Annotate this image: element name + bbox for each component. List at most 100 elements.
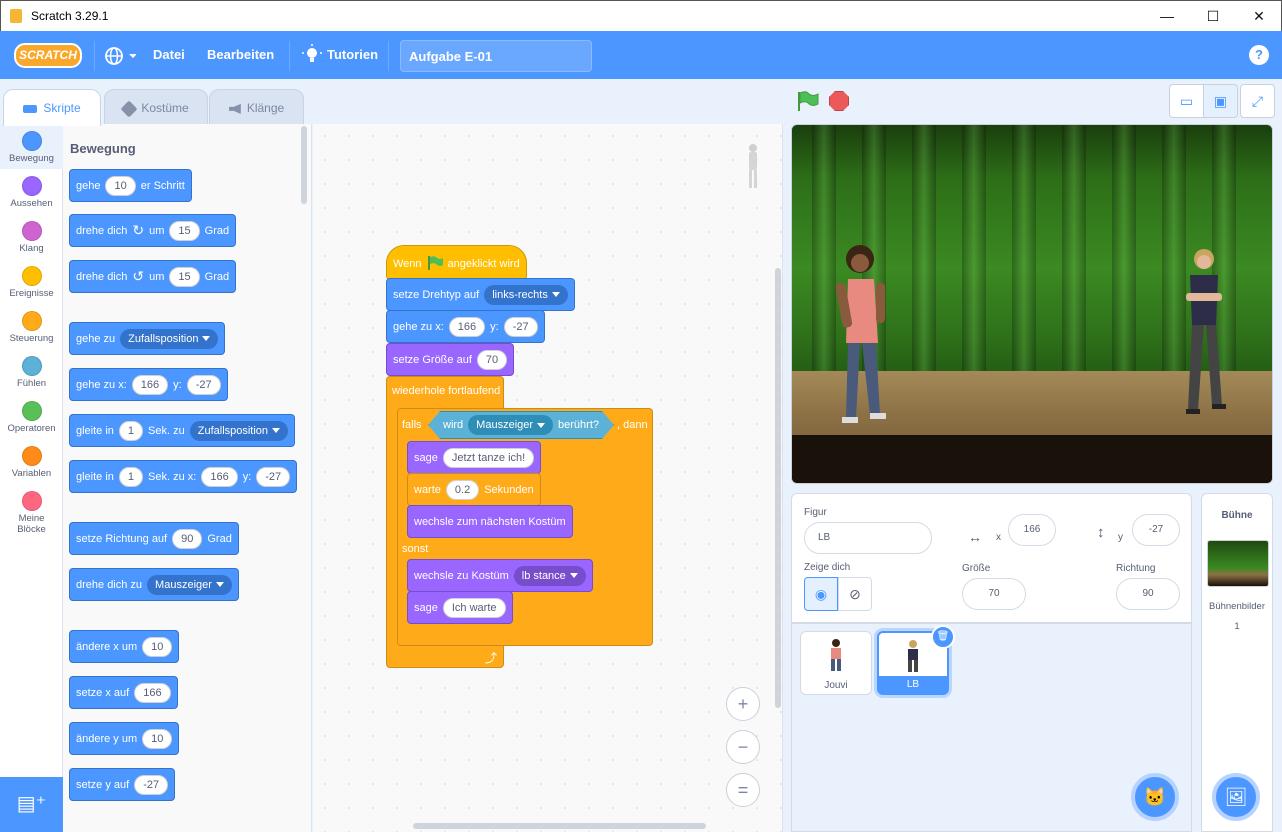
block-input[interactable]: 166 xyxy=(131,374,169,395)
zoom-in-button[interactable]: + xyxy=(726,687,760,721)
script-vertical-scrollbar[interactable] xyxy=(775,268,781,708)
block-dropdown[interactable]: links-rechts xyxy=(484,284,568,305)
choose-backdrop-button[interactable]: 🖼 xyxy=(1212,773,1260,821)
script-say[interactable]: sage Jetzt tanze ich! xyxy=(407,441,542,474)
block-go-to-xy[interactable]: gehe zu x: 166 y: -27 xyxy=(69,368,228,401)
block-input[interactable]: 1 xyxy=(118,466,144,487)
project-title-input[interactable]: Aufgabe E-01 xyxy=(400,40,592,72)
block-dropdown[interactable]: Zufallsposition xyxy=(120,328,219,349)
choose-sprite-button[interactable]: 🐱 xyxy=(1131,773,1179,821)
zoom-reset-button[interactable]: = xyxy=(726,773,760,807)
palette-scrollbar[interactable] xyxy=(301,126,307,204)
close-button[interactable]: ✕ xyxy=(1236,1,1282,31)
sprite-size-input[interactable]: 70 xyxy=(962,578,1026,610)
sprite-name-input[interactable]: LB xyxy=(804,522,932,554)
scratch-logo[interactable]: SCRATCH xyxy=(14,43,82,68)
add-extension-button[interactable]: ▤⁺ xyxy=(0,777,63,832)
block-input[interactable]: 15 xyxy=(169,266,200,287)
category-events[interactable]: Ereignisse xyxy=(0,259,63,304)
block-change-x[interactable]: ändere x um 10 xyxy=(69,630,180,663)
sprite-direction-input[interactable]: 90 xyxy=(1116,578,1180,610)
green-flag-button[interactable] xyxy=(797,91,819,111)
block-input[interactable]: 166 xyxy=(134,682,171,703)
block-dropdown[interactable]: Mauszeiger xyxy=(147,574,232,595)
zoom-out-button[interactable]: − xyxy=(726,730,760,764)
small-stage-button[interactable]: ▭ xyxy=(1169,84,1204,118)
block-turn-left[interactable]: drehe dich ↺ um 15 Grad xyxy=(69,260,237,293)
sprite-y-input[interactable]: -27 xyxy=(1132,514,1180,546)
sprite-lb-figure[interactable] xyxy=(1174,245,1234,430)
script-say-2[interactable]: sage Ich warte xyxy=(407,591,513,624)
block-input[interactable]: 166 xyxy=(201,466,238,487)
hide-sprite-button[interactable]: ⊘ xyxy=(838,577,872,611)
category-my-blocks[interactable]: Meine Blöcke xyxy=(0,484,63,539)
block-input[interactable]: 0.2 xyxy=(445,479,480,500)
sprite-tile-jouvi[interactable]: Jouvi xyxy=(800,631,872,695)
block-turn-right[interactable]: drehe dich ↻ um 15 Grad xyxy=(69,214,237,247)
backdrops-label: Bühnenbilder xyxy=(1209,601,1265,612)
tab-sounds[interactable]: Klänge xyxy=(209,89,304,125)
stop-button[interactable] xyxy=(829,91,849,111)
category-variables[interactable]: Variablen xyxy=(0,439,63,484)
menu-file[interactable]: Datei xyxy=(153,47,185,62)
block-point-towards[interactable]: drehe dich zu Mauszeiger xyxy=(69,568,239,601)
delete-sprite-button[interactable]: 🗑 xyxy=(931,625,955,649)
category-control[interactable]: Steuerung xyxy=(0,304,63,349)
block-input[interactable]: Ich warte xyxy=(442,597,506,618)
block-change-y[interactable]: ändere y um 10 xyxy=(69,722,180,755)
minimize-button[interactable]: — xyxy=(1144,1,1190,31)
block-input[interactable]: 10 xyxy=(105,175,136,196)
block-go-to[interactable]: gehe zu Zufallsposition xyxy=(69,322,226,355)
maximize-button[interactable]: ☐ xyxy=(1190,1,1236,31)
block-input[interactable]: 15 xyxy=(169,220,200,241)
block-dropdown[interactable]: Mauszeiger xyxy=(468,415,553,435)
block-glide-to[interactable]: gleite in 1 Sek. zu Zufallsposition xyxy=(69,414,296,447)
block-input[interactable]: 10 xyxy=(142,728,173,749)
block-input[interactable]: 166 xyxy=(448,316,486,337)
script-go-to-xy[interactable]: gehe zu x: 166 y: -27 xyxy=(386,310,545,343)
show-sprite-button[interactable]: ◉ xyxy=(804,577,838,611)
block-glide-to-xy[interactable]: gleite in 1 Sek. zu x: 166 y: -27 xyxy=(69,460,298,493)
block-input[interactable]: 90 xyxy=(172,528,203,549)
block-input[interactable]: 70 xyxy=(476,349,508,370)
language-menu[interactable] xyxy=(104,45,137,67)
script-set-rotation-style[interactable]: setze Drehtyp auf links-rechts xyxy=(386,278,575,311)
block-input[interactable]: 10 xyxy=(142,636,173,657)
script-next-costume[interactable]: wechsle zum nächsten Kostüm xyxy=(407,505,573,538)
sensing-touching-block[interactable]: wird Mauszeiger berührt? xyxy=(428,411,614,439)
block-input[interactable]: -27 xyxy=(256,466,291,487)
block-move-steps[interactable]: gehe 10 er Schritt xyxy=(69,169,192,202)
script-switch-costume[interactable]: wechsle zu Kostüm lb stance xyxy=(407,559,593,592)
category-sound[interactable]: Klang xyxy=(0,214,63,259)
menu-edit[interactable]: Bearbeiten xyxy=(207,47,274,62)
category-motion[interactable]: Bewegung xyxy=(0,124,63,169)
tab-scripts[interactable]: Skripte xyxy=(3,89,101,126)
stage-canvas[interactable] xyxy=(791,124,1273,484)
block-set-y[interactable]: setze y auf -27 xyxy=(69,768,176,801)
block-input[interactable]: -27 xyxy=(503,316,538,337)
tab-costumes[interactable]: Kostüme xyxy=(104,89,208,125)
script-horizontal-scrollbar[interactable] xyxy=(413,823,706,829)
block-input[interactable]: -27 xyxy=(186,374,221,395)
block-dropdown[interactable]: lb stance xyxy=(513,565,586,586)
block-input[interactable]: -27 xyxy=(134,774,169,795)
sprite-jouvi-figure[interactable] xyxy=(832,243,892,428)
category-looks[interactable]: Aussehen xyxy=(0,169,63,214)
help-button[interactable]: ? xyxy=(1249,45,1269,65)
block-input[interactable]: Jetzt tanze ich! xyxy=(442,447,535,468)
script-set-size[interactable]: setze Größe auf 70 xyxy=(386,343,515,376)
block-input[interactable]: 1 xyxy=(118,420,144,441)
category-sensing[interactable]: Fühlen xyxy=(0,349,63,394)
block-dropdown[interactable]: Zufallsposition xyxy=(189,420,289,441)
category-operators[interactable]: Operatoren xyxy=(0,394,63,439)
menu-tutorials[interactable]: Tutorien xyxy=(327,47,378,62)
block-set-x[interactable]: setze x auf 166 xyxy=(69,676,178,709)
block-point-direction[interactable]: setze Richtung auf 90 Grad xyxy=(69,522,239,555)
script-hat-flag-clicked[interactable]: Wenn angeklickt wird xyxy=(386,245,527,280)
large-stage-button[interactable]: ▣ xyxy=(1203,84,1238,118)
script-wait[interactable]: warte 0.2 Sekunden xyxy=(407,473,541,506)
sprite-tile-name: Jouvi xyxy=(824,680,848,691)
sprite-x-input[interactable]: 166 xyxy=(1008,514,1056,546)
category-dot-icon xyxy=(21,356,42,376)
fullscreen-button[interactable]: ⤢ xyxy=(1240,84,1275,118)
